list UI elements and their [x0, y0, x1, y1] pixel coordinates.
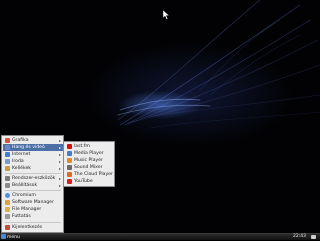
- start-menu-label: menu: [7, 235, 20, 240]
- submenu-item-cloud-player[interactable]: The Cloud Player: [65, 171, 114, 178]
- office-icon: [5, 159, 10, 164]
- menu-item-sound-video[interactable]: Hang és videó ▸: [3, 144, 63, 151]
- menu-item-graphics[interactable]: Grafika ▸: [3, 137, 63, 144]
- file-manager-icon: [5, 207, 10, 212]
- application-menu: Grafika ▸ Hang és videó ▸ Internet ▸ Iro…: [1, 135, 64, 233]
- menu-separator: [5, 222, 61, 223]
- chromium-icon: [5, 193, 10, 198]
- menu-separator: [5, 190, 61, 191]
- settings-icon: [5, 183, 10, 188]
- submenu-arrow-icon: ▸: [58, 166, 61, 171]
- submenu-arrow-icon: ▸: [58, 183, 61, 188]
- mouse-cursor-icon: [163, 10, 170, 20]
- logout-icon: [5, 225, 10, 230]
- menu-item-settings[interactable]: Beállítások ▸: [3, 182, 63, 189]
- submenu-arrow-icon: ▸: [58, 176, 61, 181]
- youtube-icon: [67, 179, 72, 184]
- submenu-item-lastfm[interactable]: last.fm: [65, 143, 114, 150]
- menu-icon: [1, 234, 6, 239]
- cloud-player-icon: [67, 172, 72, 177]
- music-player-icon: [67, 158, 72, 163]
- software-manager-icon: [5, 200, 10, 205]
- menu-item-chromium[interactable]: Chromium: [3, 192, 63, 199]
- menu-item-accessories[interactable]: Kellékek ▸: [3, 165, 63, 172]
- media-player-icon: [67, 151, 72, 156]
- menu-item-file-manager[interactable]: File Manager: [3, 206, 63, 213]
- submenu-item-sound-mixer[interactable]: Sound Mixer: [65, 164, 114, 171]
- menu-item-system-tools[interactable]: Rendszer-eszközök ▸: [3, 175, 63, 182]
- run-icon: [5, 214, 10, 219]
- submenu-arrow-icon: ▸: [58, 138, 61, 143]
- accessories-icon: [5, 166, 10, 171]
- multimedia-icon: [5, 145, 10, 150]
- tray-icon[interactable]: [311, 235, 316, 239]
- submenu-arrow-icon: ▸: [58, 152, 61, 157]
- submenu-item-youtube[interactable]: YouTube: [65, 178, 114, 185]
- submenu-arrow-icon: ▸: [58, 159, 61, 164]
- menu-item-office[interactable]: Iroda ▸: [3, 158, 63, 165]
- graphics-icon: [5, 138, 10, 143]
- clock[interactable]: 22:43: [293, 234, 306, 240]
- system-tools-icon: [5, 176, 10, 181]
- menu-separator: [5, 173, 61, 174]
- menu-item-logout[interactable]: Kijelentkezés: [3, 224, 63, 231]
- submenu-item-media-player[interactable]: Media Player: [65, 150, 114, 157]
- start-menu-button[interactable]: menu: [1, 234, 20, 240]
- sound-video-submenu: last.fm Media Player Music Player Sound …: [63, 141, 115, 187]
- internet-icon: [5, 152, 10, 157]
- sound-mixer-icon: [67, 165, 72, 170]
- menu-item-run[interactable]: Futtatás: [3, 213, 63, 220]
- menu-item-internet[interactable]: Internet ▸: [3, 151, 63, 158]
- taskbar: menu 22:43: [0, 233, 320, 240]
- menu-item-software-manager[interactable]: Software Manager: [3, 199, 63, 206]
- lastfm-icon: [67, 144, 72, 149]
- submenu-arrow-icon: ▸: [58, 145, 61, 150]
- submenu-item-music-player[interactable]: Music Player: [65, 157, 114, 164]
